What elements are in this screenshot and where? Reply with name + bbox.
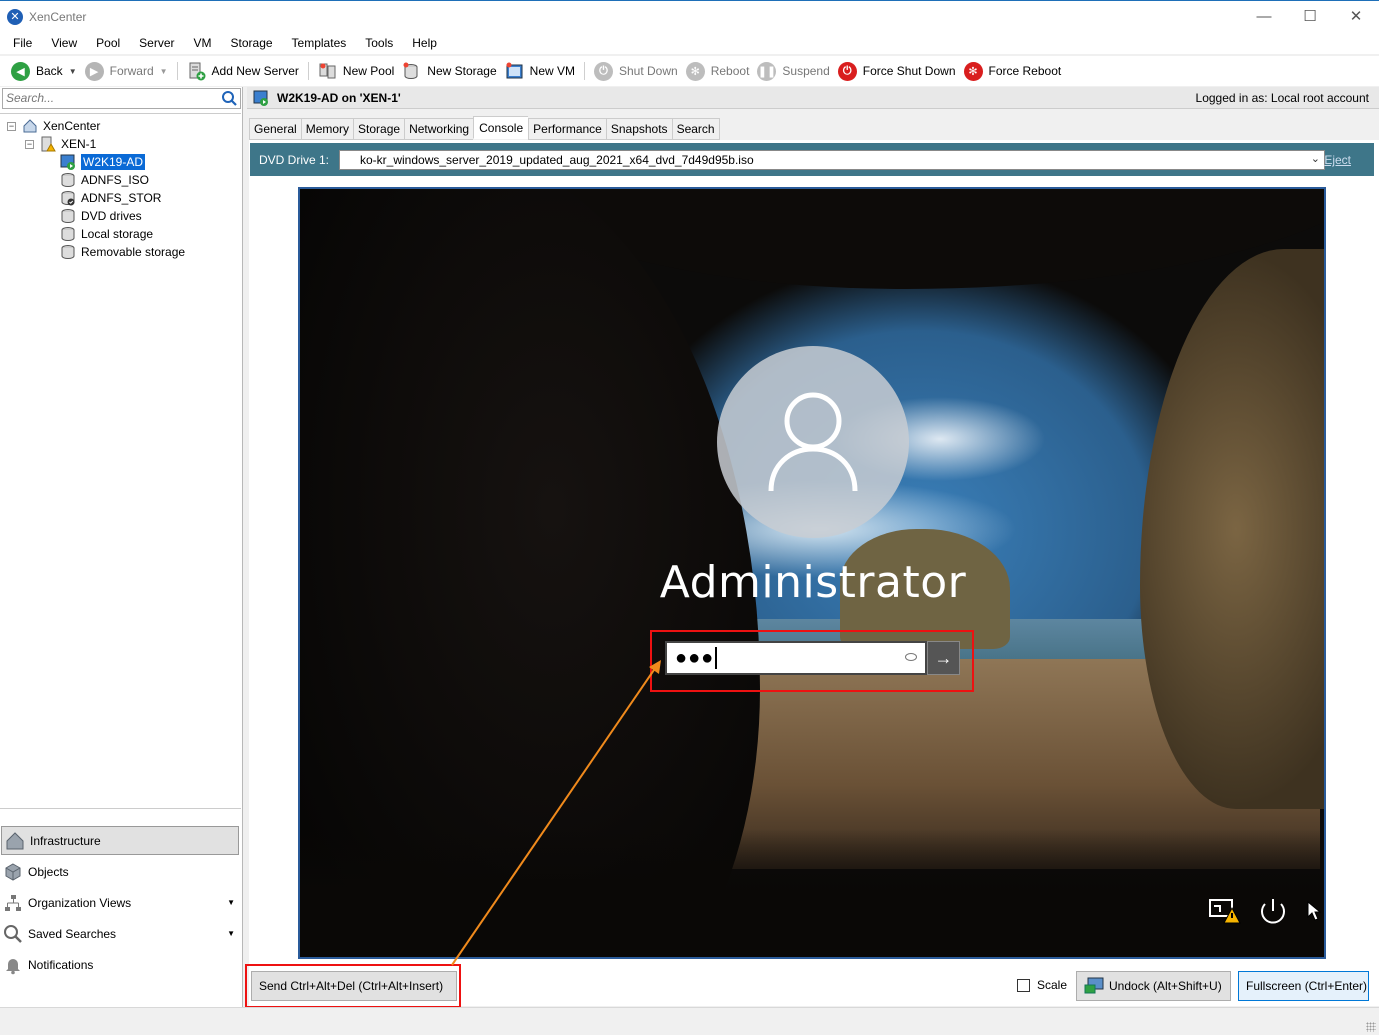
undock-button[interactable]: Undock (Alt+Shift+U) — [1076, 971, 1231, 1001]
undock-icon — [1084, 977, 1104, 995]
checkbox-box[interactable] — [1017, 978, 1030, 992]
fullscreen-button[interactable]: Fullscreen (Ctrl+Enter) — [1238, 971, 1369, 1001]
undock-label: Undock (Alt+Shift+U) — [1109, 979, 1222, 993]
scale-checkbox[interactable]: Scale — [1017, 978, 1067, 992]
console-bottom-bar: Send Ctrl+Alt+Del (Ctrl+Alt+Insert) Scal… — [249, 968, 1379, 1006]
resize-grip-icon[interactable] — [1366, 1022, 1376, 1032]
send-ctrl-alt-del-button[interactable]: Send Ctrl+Alt+Del (Ctrl+Alt+Insert) — [251, 971, 457, 1001]
scale-label: Scale — [1037, 978, 1068, 992]
annotation-arrow — [451, 660, 661, 966]
status-bar — [0, 1007, 1379, 1035]
